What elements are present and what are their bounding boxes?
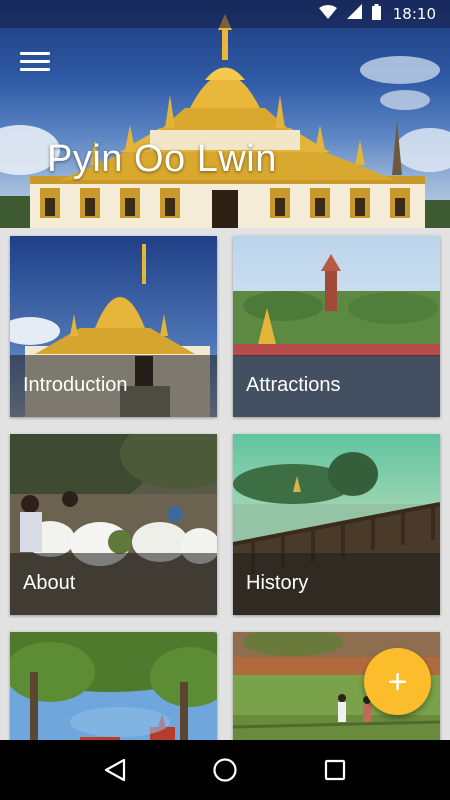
back-icon[interactable] <box>95 750 135 790</box>
card-label: Introduction <box>23 374 128 396</box>
header-hero-image <box>0 0 450 228</box>
system-nav-bar <box>0 740 450 800</box>
app-screen: 18:10 Pyin Oo Lwin Introduction Attracti… <box>0 0 450 800</box>
card-about[interactable]: About <box>10 434 217 615</box>
battery-icon <box>371 3 381 25</box>
card-attractions[interactable]: Attractions <box>233 236 440 417</box>
card-label: History <box>246 572 309 594</box>
card-label: About <box>23 572 76 594</box>
status-time: 18:10 <box>392 5 436 23</box>
card-label: Attractions <box>246 374 341 396</box>
recents-icon[interactable] <box>315 750 355 790</box>
hamburger-menu-icon[interactable] <box>20 52 50 78</box>
status-bar: 18:10 <box>0 0 450 28</box>
add-icon: + <box>387 662 408 701</box>
home-icon[interactable] <box>205 750 245 790</box>
wifi-icon <box>318 4 337 24</box>
signal-icon <box>346 4 362 24</box>
pagoda-illustration <box>0 14 450 228</box>
page-title: Pyin Oo Lwin <box>47 138 277 180</box>
card-introduction[interactable]: Introduction <box>10 236 217 417</box>
card-history[interactable]: History <box>233 434 440 615</box>
add-button[interactable]: + <box>364 648 431 715</box>
